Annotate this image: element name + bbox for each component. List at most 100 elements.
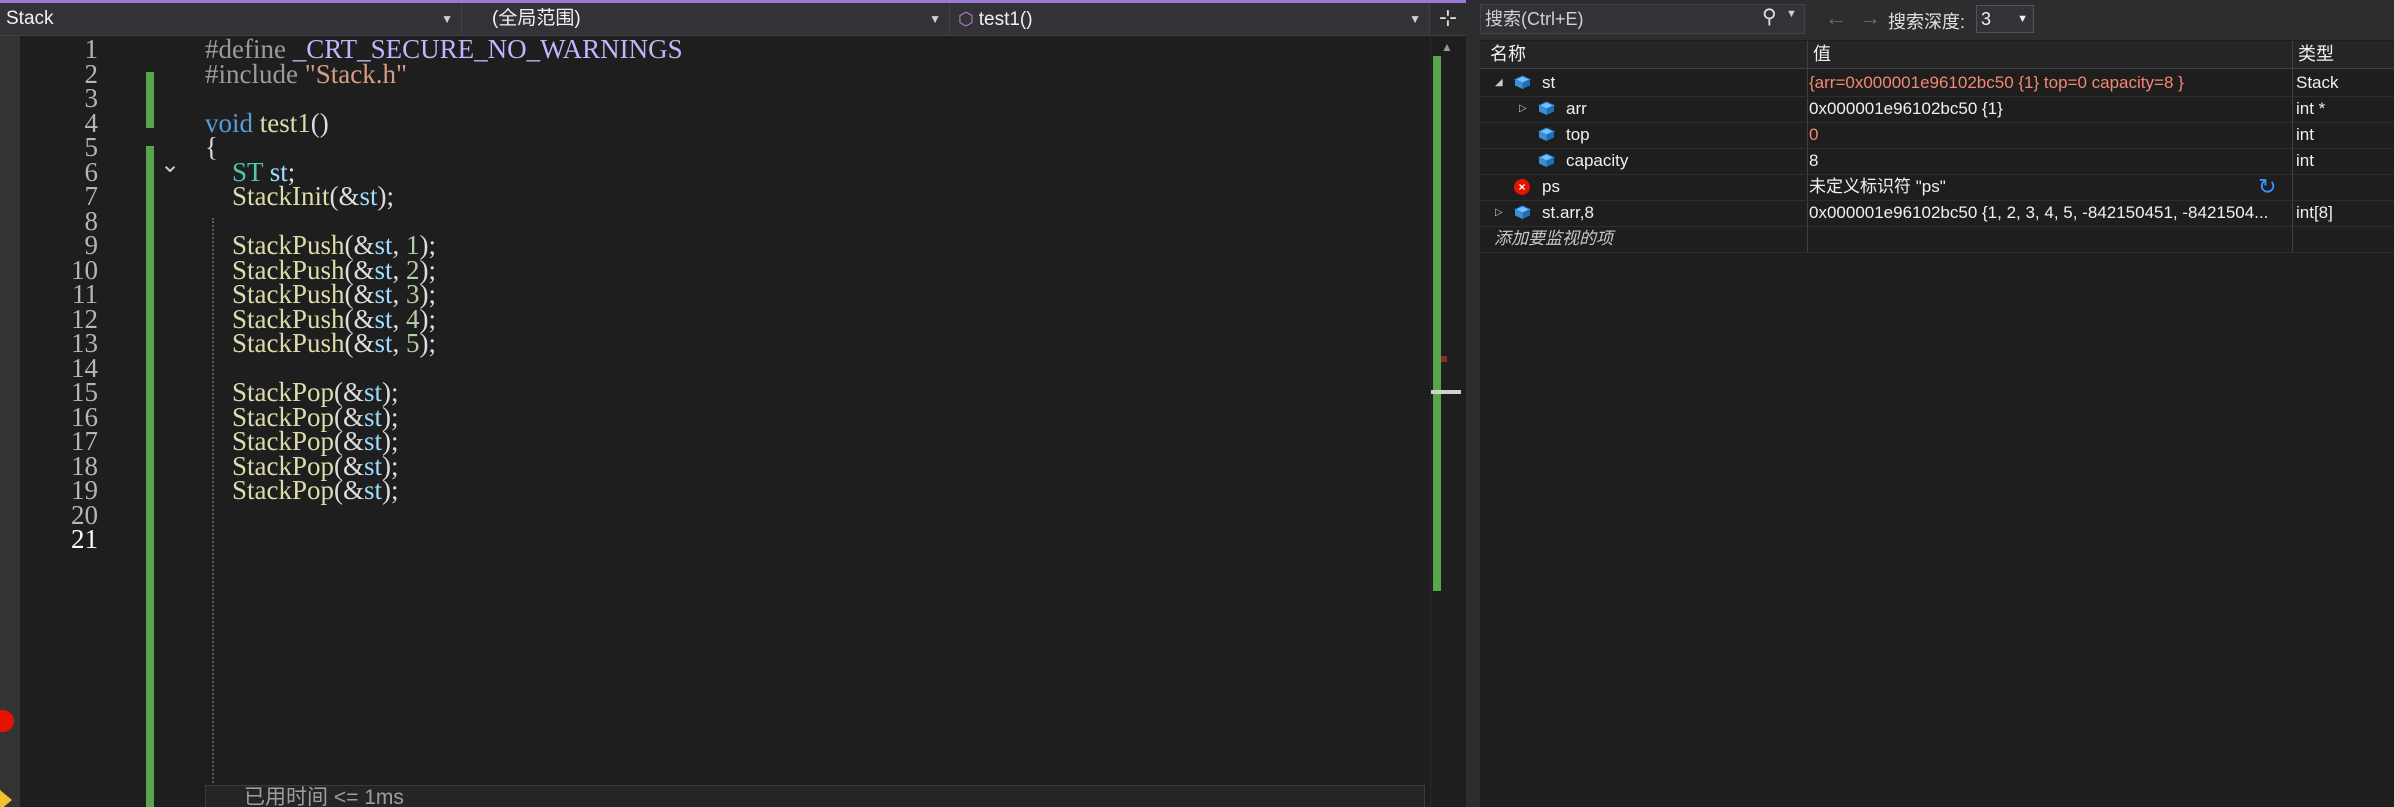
scrollbar-breakpoint-marker: [1441, 356, 1447, 362]
watch-row-capacity[interactable]: capacity 8 int: [1480, 148, 2394, 175]
line-number: 21: [71, 524, 98, 554]
expand-down-icon[interactable]: ◢: [1495, 70, 1503, 96]
forward-arrow-icon[interactable]: →: [1859, 5, 1881, 31]
code-token: );: [419, 328, 437, 358]
watch-toolbar: 搜索(Ctrl+E) ⚲ ▼ ← → 搜索深度: 3 ▼: [1480, 0, 2394, 40]
code-token: #include: [205, 58, 305, 89]
column-header-value-label: 值: [1813, 44, 1831, 64]
code-area[interactable]: #define _CRT_SECURE_NO_WARNINGS #include …: [205, 34, 1425, 807]
watch-name: top: [1566, 125, 1590, 144]
glyph-margin[interactable]: [0, 36, 20, 807]
project-dropdown[interactable]: Stack ▼: [0, 3, 462, 35]
navigation-bar: Stack ▼ (全局范围) ▼ ⬡ test1() ▼ ⊹: [0, 3, 1466, 36]
code-token: st: [359, 181, 378, 211]
code-line[interactable]: #include "Stack.h": [205, 59, 407, 89]
pane-splitter[interactable]: [1466, 0, 1480, 807]
code-token: ,: [392, 328, 407, 358]
watch-value: 0x000001e96102bc50 {1, 2, 3, 4, 5, -8421…: [1809, 203, 2269, 222]
watch-window: 搜索(Ctrl+E) ⚲ ▼ ← → 搜索深度: 3 ▼ 名称 值 类型 ◢ s…: [1480, 0, 2394, 807]
code-token: test1: [259, 107, 311, 138]
code-line[interactable]: StackInit(&st);: [205, 181, 394, 211]
change-bar: [146, 72, 154, 128]
code-token: (&: [329, 181, 360, 211]
code-line[interactable]: StackPop(&st);: [205, 475, 399, 505]
code-token: (): [310, 107, 329, 138]
chevron-down-icon: ▼: [2017, 13, 2028, 25]
column-header-name-label: 名称: [1490, 44, 1526, 64]
watch-name: st: [1542, 73, 1556, 92]
chevron-down-icon[interactable]: ▼: [1786, 8, 1797, 20]
search-icon[interactable]: ⚲: [1762, 4, 1777, 29]
watch-name: capacity: [1566, 151, 1629, 170]
code-token: 5: [406, 328, 420, 358]
code-token: StackInit: [232, 181, 330, 211]
add-watch-placeholder: 添加要监视的项: [1494, 229, 1613, 248]
chevron-down-icon: ▼: [929, 12, 941, 26]
watch-row-st-arr[interactable]: ▷ st.arr,8 0x000001e96102bc50 {1, 2, 3, …: [1480, 200, 2394, 227]
code-editor[interactable]: Stack ▼ (全局范围) ▼ ⬡ test1() ▼ ⊹ 123456789…: [0, 0, 1466, 807]
watch-type: int: [2296, 151, 2314, 170]
code-token: StackPop: [232, 475, 335, 505]
watch-type: int: [2296, 125, 2314, 144]
object-icon: [1538, 101, 1555, 115]
perf-tip: 已用时间 <= 1ms: [205, 785, 1425, 807]
code-line[interactable]: void test1(): [205, 108, 329, 138]
change-bar: [146, 146, 154, 807]
column-header-value[interactable]: 值: [1809, 41, 2289, 68]
watch-name: arr: [1566, 99, 1587, 118]
expand-right-icon[interactable]: ▷: [1495, 200, 1503, 226]
perf-tip-text: 已用时间 <= 1ms: [244, 786, 404, 807]
watch-value: 8: [1809, 151, 1819, 170]
collapse-chevron-icon[interactable]: ⌄: [160, 150, 180, 179]
code-line[interactable]: StackPush(&st, 5);: [205, 328, 436, 358]
code-token: );: [382, 475, 399, 505]
split-window-icon[interactable]: ⊹: [1430, 3, 1466, 35]
line-numbers: 1 2 3 4 5 6 7 8 9 10 11 12 13 14 15 16 17 18 19 20 21: [20, 34, 140, 807]
object-icon: [1538, 127, 1555, 141]
code-token: "Stack.h": [304, 58, 408, 89]
scope-dropdown-label: (全局范围): [492, 8, 581, 29]
watch-search-input[interactable]: 搜索(Ctrl+E): [1480, 4, 1805, 34]
refresh-icon[interactable]: ↻: [2258, 174, 2276, 200]
vertical-scrollbar[interactable]: ▲: [1430, 36, 1466, 807]
watch-row-arr[interactable]: ▷ arr 0x000001e96102bc50 {1} int *: [1480, 96, 2394, 123]
column-header-type-label: 类型: [2298, 44, 2334, 64]
scrollbar-change-map: [1433, 56, 1441, 591]
watch-search-placeholder: 搜索(Ctrl+E): [1485, 9, 1584, 29]
project-dropdown-label: Stack: [6, 8, 54, 29]
watch-header: 名称 值 类型: [1480, 41, 2394, 69]
watch-value: 0x000001e96102bc50 {1}: [1809, 99, 2003, 118]
object-icon: [1514, 75, 1531, 89]
search-depth-value: 3: [1981, 9, 1992, 29]
search-depth-dropdown[interactable]: 3 ▼: [1976, 5, 2034, 33]
column-header-type[interactable]: 类型: [2294, 41, 2394, 68]
code-token: StackPush: [232, 328, 345, 358]
watch-type: [2296, 174, 2394, 200]
error-icon: ×: [1514, 179, 1530, 195]
add-watch-row[interactable]: 添加要监视的项: [1480, 226, 2394, 253]
back-arrow-icon[interactable]: ←: [1825, 5, 1847, 31]
column-header-name[interactable]: 名称: [1486, 41, 1806, 68]
code-token: );: [377, 181, 395, 211]
expand-right-icon[interactable]: ▷: [1519, 96, 1527, 122]
method-icon: ⬡: [958, 9, 979, 29]
function-dropdown-label: test1(): [978, 9, 1033, 30]
code-token: (&: [344, 328, 375, 358]
watch-name: ps: [1542, 177, 1560, 196]
watch-name: st.arr,8: [1542, 203, 1594, 222]
watch-row-ps[interactable]: × ps 未定义标识符 "ps" ↻: [1480, 174, 2394, 201]
scroll-up-icon[interactable]: ▲: [1441, 40, 1453, 54]
watch-type: int *: [2296, 99, 2326, 118]
watch-row-top[interactable]: top 0 int: [1480, 122, 2394, 149]
watch-value: {arr=0x000001e96102bc50 {1} top=0 capaci…: [1809, 73, 2184, 92]
watch-row-st[interactable]: ◢ st {arr=0x000001e96102bc50 {1} top=0 c…: [1480, 70, 2394, 97]
code-token: st: [364, 475, 383, 505]
chevron-down-icon: ▼: [1409, 12, 1421, 26]
watch-value: 未定义标识符 "ps": [1809, 177, 1946, 196]
scope-dropdown[interactable]: (全局范围) ▼: [462, 3, 950, 35]
function-dropdown[interactable]: ⬡ test1() ▼: [950, 3, 1430, 35]
search-depth-label: 搜索深度:: [1888, 12, 1966, 32]
scrollbar-caret-marker: [1431, 390, 1461, 394]
